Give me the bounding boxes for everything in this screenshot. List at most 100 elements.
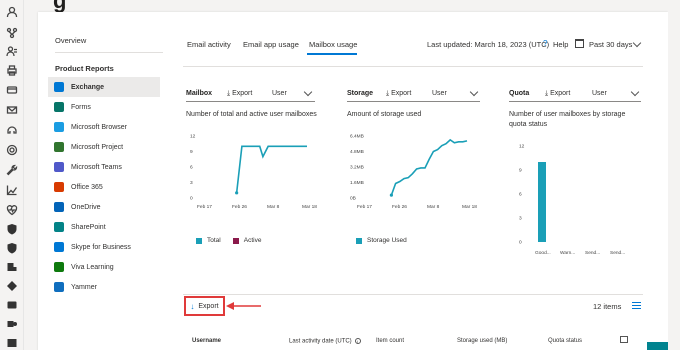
shield-icon[interactable] xyxy=(5,222,19,236)
nav-item-sharepoint[interactable]: SharePoint xyxy=(48,217,160,237)
column-quota-status[interactable]: Quota status xyxy=(548,338,582,344)
storage-user-select[interactable]: User xyxy=(432,90,447,97)
nav-overview[interactable]: Overview xyxy=(55,36,86,45)
teams-admin-icon[interactable] xyxy=(5,317,19,331)
storage-export-button[interactable]: ⤓ Export xyxy=(386,90,411,98)
nav-item-viva-learning[interactable]: Viva Learning xyxy=(48,257,160,277)
reports-icon[interactable] xyxy=(5,183,19,197)
column-storage-used[interactable]: Storage used (MB) xyxy=(457,338,507,344)
nav-item-forms[interactable]: Forms xyxy=(48,97,160,117)
legend-storage-used[interactable]: Storage Used xyxy=(367,237,407,244)
nav-item-exchange[interactable]: Exchange xyxy=(48,77,160,97)
mailbox-panel-title: Mailbox xyxy=(186,90,213,97)
forms-icon xyxy=(54,102,64,112)
mailbox-panel-rule xyxy=(186,101,315,102)
mailbox-chart: 12 9 6 3 0 Feb 17 Feb 26 Mar 8 Mar 18 xyxy=(190,134,317,211)
shield-icon-2[interactable] xyxy=(5,241,19,255)
info-icon[interactable]: i xyxy=(354,338,361,344)
x-tick-label: Feb 17 xyxy=(357,204,372,210)
settings-icon[interactable] xyxy=(5,143,19,157)
nav-item-yammer[interactable]: Yammer xyxy=(48,277,160,297)
quota-export-button[interactable]: ⤓ Export xyxy=(545,90,570,98)
person-icon[interactable] xyxy=(5,5,19,19)
x-tick-label: Good... xyxy=(535,250,551,256)
column-username[interactable]: Username xyxy=(192,338,221,344)
item-count: 12 items xyxy=(593,302,622,311)
quota-description: Number of user mailboxes by storage quot… xyxy=(509,111,626,128)
exchange-admin-icon[interactable] xyxy=(5,298,19,312)
nav-item-microsoft-browser[interactable]: Microsoft Browser xyxy=(48,117,160,137)
help-icon[interactable]: ? xyxy=(543,39,547,48)
sharepoint-icon xyxy=(54,222,64,232)
data-point[interactable] xyxy=(235,191,239,195)
legend-swatch-active xyxy=(232,237,239,244)
y-tick-label: 0 xyxy=(190,196,193,202)
compliance-icon[interactable] xyxy=(5,260,19,274)
x-tick-label: Feb 17 xyxy=(197,204,212,210)
series-line-total[interactable] xyxy=(235,145,307,193)
endpoint-icon[interactable] xyxy=(5,279,19,293)
legend-active[interactable]: Active xyxy=(244,237,262,244)
tab-email-activity[interactable]: Email activity xyxy=(187,40,231,49)
headset-icon[interactable] xyxy=(5,123,19,137)
org-icon[interactable] xyxy=(5,26,19,40)
viva-learning-icon xyxy=(54,262,64,272)
nav-item-microsoft-project[interactable]: Microsoft Project xyxy=(48,137,160,157)
nav-item-microsoft-teams[interactable]: Microsoft Teams xyxy=(48,157,160,177)
teams-icon xyxy=(54,162,64,172)
chat-button[interactable] xyxy=(647,342,669,350)
y-tick-label: 9 xyxy=(190,149,193,155)
quota-bar[interactable] xyxy=(538,162,546,242)
quota-export-label: Export xyxy=(550,90,571,97)
mailbox-export-button[interactable]: ⤓ Export xyxy=(227,90,252,98)
x-tick-label: Mar 8 xyxy=(267,204,280,210)
wrench-icon[interactable] xyxy=(5,163,19,177)
printer-icon[interactable] xyxy=(5,63,19,77)
x-tick-label: Mar 8 xyxy=(427,204,440,210)
list-view-icon[interactable] xyxy=(632,302,641,309)
sharepoint-admin-icon[interactable] xyxy=(5,336,19,350)
x-tick-label: Feb 26 xyxy=(232,204,247,210)
mail-icon[interactable] xyxy=(5,103,19,117)
help-link[interactable]: Help xyxy=(553,40,568,49)
column-item-count[interactable]: Item count xyxy=(376,338,404,344)
x-tick-label: Send... xyxy=(585,250,600,256)
period-select[interactable]: Past 30 days xyxy=(589,40,632,49)
x-tick-label: Mar 18 xyxy=(462,204,477,210)
download-icon: ⤓ xyxy=(545,90,549,97)
choose-columns-icon[interactable] xyxy=(620,336,628,343)
nav-item-office-365[interactable]: Office 365 xyxy=(48,177,160,197)
nav-item-label: Skype for Business xyxy=(71,243,131,251)
quota-chart: 12 9 6 3 0 Good... Warn... Send... Send... xyxy=(519,144,625,257)
calendar-icon[interactable] xyxy=(575,39,584,48)
nav-item-onedrive[interactable]: OneDrive xyxy=(48,197,160,217)
edge-icon xyxy=(54,122,64,132)
onedrive-icon xyxy=(54,202,64,212)
y-tick-label: 0B xyxy=(350,196,356,202)
tab-mailbox-usage[interactable]: Mailbox usage xyxy=(309,40,357,49)
series-line-storage-used[interactable] xyxy=(390,138,468,196)
mailbox-user-select[interactable]: User xyxy=(272,90,287,97)
quota-user-select[interactable]: User xyxy=(592,90,607,97)
data-point[interactable] xyxy=(389,193,393,197)
app-rail xyxy=(0,0,24,350)
tab-email-app-usage[interactable]: Email app usage xyxy=(243,40,299,49)
column-last-activity[interactable]: Last activity date (UTC) i xyxy=(289,338,361,345)
y-tick-label: 6.4MB xyxy=(350,134,364,140)
storage-panel-title: Storage xyxy=(347,90,374,97)
active-tab-indicator xyxy=(307,53,357,55)
legend-total[interactable]: Total xyxy=(207,237,221,244)
last-updated-text: Last updated: March 18, 2023 (UTC) xyxy=(427,40,550,49)
storage-chart: 6.4MB 4.8MB 3.2MB 1.6MB 0BFeb 17 Feb 26 Mar 8 M… xyxy=(350,134,477,211)
download-icon: ↓ xyxy=(190,301,195,311)
table-export-button[interactable]: ↓ Export xyxy=(184,296,225,316)
user-group-icon[interactable] xyxy=(5,44,19,58)
billing-icon[interactable] xyxy=(5,83,19,97)
y-tick-label: 4.8MB xyxy=(350,149,364,155)
nav-item-label: Forms xyxy=(71,103,91,111)
health-icon[interactable] xyxy=(5,203,19,217)
nav-item-skype-for-business[interactable]: Skype for Business xyxy=(48,237,160,257)
x-tick-label: Send... xyxy=(610,250,625,256)
nav-item-label: Microsoft Browser xyxy=(71,123,128,131)
nav-item-label: Viva Learning xyxy=(71,263,114,271)
